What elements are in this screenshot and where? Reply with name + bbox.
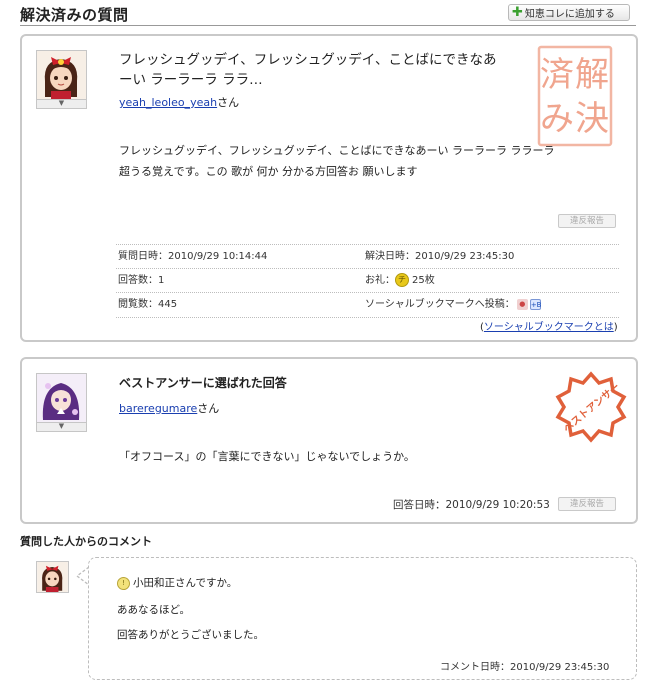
stamp-char: 決 — [575, 99, 609, 139]
question-user-avatar[interactable]: ▼ — [36, 50, 87, 109]
reward-label: お礼： — [365, 275, 395, 286]
lightbulb-icon: ! — [117, 576, 130, 590]
question-user-suffix: さん — [217, 96, 240, 109]
asked-at: 質問日時：2010/9/29 10:14:44 — [118, 251, 268, 262]
social-bookmark-help-link[interactable]: ソーシャルブックマークとは — [484, 322, 614, 333]
reward: お礼：チ 25枚 — [365, 269, 435, 293]
reward-value: 25枚 — [412, 275, 435, 286]
answer-report-button[interactable]: 違反報告 — [558, 497, 616, 511]
question-user-link[interactable]: yeah_leoleo_yeah — [119, 96, 217, 109]
question-user: yeah_leoleo_yeahさん — [119, 94, 239, 110]
header-divider — [20, 25, 636, 26]
question-body-line: 超うる覚えです。この 歌が 何か 分かる方回答お 願いします — [119, 165, 418, 178]
question-body: フレッシュグッデイ、フレッシュグッデイ、ことばにできなあーい ラーラーラ ララー… — [119, 140, 589, 182]
best-answer-body: 「オフコース」の「言葉にできない」じゃないでしょうか。 — [119, 450, 415, 463]
question-report-button[interactable]: 違反報告 — [558, 214, 616, 228]
comment-line: ! 小田和正さんですか。 — [117, 575, 237, 590]
meta-row: 回答数：1 お礼：チ 25枚 — [116, 268, 619, 293]
stamp-char: み — [540, 99, 574, 139]
question-body-line: フレッシュグッデイ、フレッシュグッデイ、ことばにできなあーい ラーラーラ ララー… — [119, 144, 555, 157]
bookmark-service-icon[interactable]: ● — [516, 298, 528, 310]
add-to-collection-label: 知恵コレに追加する — [524, 9, 615, 20]
comment-text: ああなるほど。 — [117, 604, 190, 616]
stamp-char: 済 — [540, 55, 574, 95]
meta-row: 閲覧数：445 ソーシャルブックマークへ投稿： ● +B — [116, 292, 619, 317]
avatar-girl-icon — [37, 51, 86, 99]
question-box: ▼ フレッシュグッデイ、フレッシュグッデイ、ことばにできなあーい ラーラーラ ラ… — [20, 34, 638, 342]
best-answer-box: ▼ ベストアンサーに選ばれた回答 bareregumareさん ベストアンサー … — [20, 357, 638, 524]
best-answer-stamp-icon: ベストアンサー — [555, 371, 627, 443]
best-answer-title: ベストアンサーに選ばれた回答 — [119, 376, 287, 390]
commenter-avatar[interactable] — [36, 561, 69, 593]
answer-count: 回答数：1 — [118, 275, 165, 286]
question-title: フレッシュグッデイ、フレッシュグッデイ、ことばにできなあーい ラーラーラ ララ… — [119, 52, 497, 88]
answer-user-link[interactable]: bareregumare — [119, 402, 197, 415]
hatena-bookmark-icon[interactable]: +B — [529, 298, 541, 310]
answer-user-avatar[interactable]: ▼ — [36, 373, 87, 432]
commented-at: コメント日時：2010/9/29 23:45:30 — [440, 662, 610, 673]
avatar-anime-icon — [37, 374, 86, 422]
comment-text: 回答ありがとうございました。 — [117, 629, 264, 641]
resolved-at: 解決日時：2010/9/29 23:45:30 — [365, 251, 515, 262]
comment-bubble: ! 小田和正さんですか。 ああなるほど。 回答ありがとうございました。 コメント日… — [88, 557, 637, 680]
comment-text: 小田和正さんですか。 — [133, 577, 238, 589]
plus-icon: ✚ — [512, 4, 523, 20]
meta-row: 質問日時：2010/9/29 10:14:44 解決日時：2010/9/29 2… — [116, 244, 619, 269]
social-bookmark-help: (ソーシャルブックマークとは) — [480, 318, 618, 333]
add-to-collection-button[interactable]: ✚ 知恵コレに追加する — [508, 4, 630, 21]
comment-heading: 質問した人からのコメント — [20, 535, 152, 548]
view-count: 閲覧数：445 — [118, 299, 178, 310]
answer-user-suffix: さん — [197, 402, 220, 415]
section-title: 解決済みの質問 — [20, 6, 129, 24]
answered-at: 回答日時：2010/9/29 10:20:53 — [393, 499, 550, 511]
coin-icon: チ — [395, 273, 409, 287]
stamp-char: 解 — [575, 55, 609, 95]
avatar-dropdown-icon[interactable]: ▼ — [36, 423, 87, 432]
answer-user: bareregumareさん — [119, 400, 219, 416]
avatar-girl-icon — [37, 562, 68, 592]
social-bookmark-label: ソーシャルブックマークへ投稿： — [365, 299, 515, 310]
solved-stamp-icon: 解 決 済 み — [537, 45, 613, 147]
avatar-dropdown-icon[interactable]: ▼ — [36, 100, 87, 109]
social-bookmark: ソーシャルブックマークへ投稿： ● +B — [365, 293, 541, 317]
paren-close: ) — [613, 322, 618, 333]
